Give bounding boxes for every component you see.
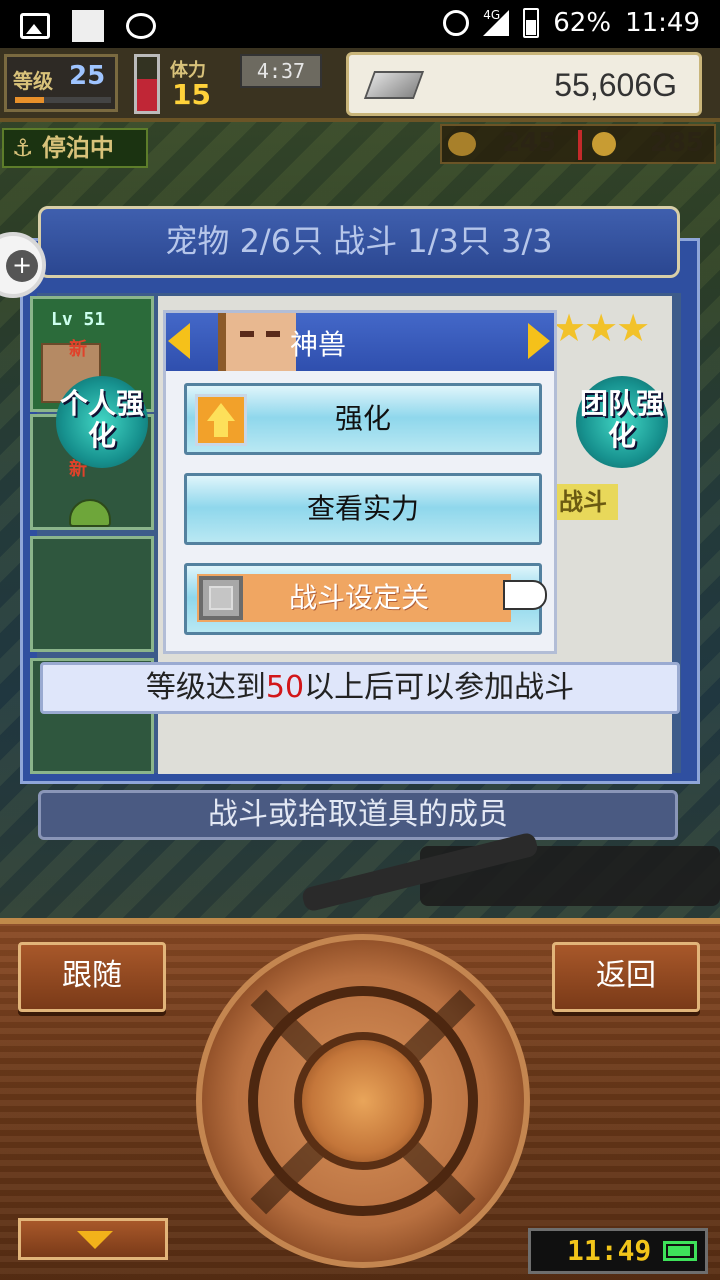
stamina-value: 15: [172, 78, 211, 111]
app-icon: [72, 10, 104, 42]
signal-icon: 4G: [483, 8, 510, 36]
battle-tag: 战斗: [548, 484, 618, 520]
battle-toggle[interactable]: 战斗设定关: [197, 574, 511, 622]
expand-down-button[interactable]: [18, 1218, 168, 1260]
gold-value: 55,606G: [554, 67, 677, 103]
new-badge: 新: [69, 339, 87, 360]
stamina-fill: [137, 78, 157, 111]
game-clock: 11:49: [528, 1228, 708, 1274]
gallery-icon: [20, 13, 50, 39]
game-clock-time: 11:49: [567, 1234, 652, 1267]
plus-icon: +: [6, 250, 38, 282]
coin-icon: [592, 132, 616, 156]
level-requirement-notice: 等级达到50以上后可以参加战斗: [40, 662, 680, 714]
view-strength-button[interactable]: 查看实力: [184, 473, 542, 545]
status-time: 11:49: [625, 8, 700, 38]
popup-header: 神兽: [166, 313, 554, 371]
pet-rating-stars: ★★★: [552, 306, 650, 350]
pet-action-popup: 神兽 强化 查看实力 战斗设定关: [163, 310, 557, 654]
dock-status-badge: ⚓ 停泊中: [2, 128, 148, 168]
notice-suffix: 以上后可以参加战斗: [304, 670, 575, 705]
top-hud: 等级 25 体力 15 4:37 55,606G: [0, 48, 720, 122]
network-type: 4G: [483, 8, 501, 22]
battery-icon: [523, 8, 540, 38]
medal-icon: [448, 132, 476, 156]
battery-icon: [663, 1241, 697, 1261]
notice-prefix: 等级达到: [145, 670, 266, 705]
pet-portrait: [218, 313, 296, 371]
resource-b-value: 285: [649, 128, 704, 158]
members-label: 战斗或拾取道具的成员: [38, 790, 678, 840]
exp-bar: [15, 97, 111, 103]
upgrade-arrow-icon: [195, 394, 247, 446]
battle-setting-button[interactable]: 战斗设定关: [184, 563, 547, 635]
pointer-hand-icon: [503, 580, 547, 610]
shield-check-icon: [126, 13, 156, 39]
status-right-icons: 4G 62% 11:49: [443, 8, 700, 38]
resource-divider: [578, 130, 582, 160]
direction-pad[interactable]: [196, 934, 530, 1268]
exp-fill: [15, 97, 44, 103]
gold-panel: 55,606G: [346, 52, 702, 116]
resource-a-value: 245: [502, 128, 557, 158]
battery-percent: 62%: [553, 8, 612, 38]
next-arrow-icon[interactable]: [528, 323, 550, 359]
prev-arrow-icon[interactable]: [168, 323, 190, 359]
stamina-timer: 4:37: [240, 54, 322, 88]
status-bar: 4G 62% 11:49: [0, 0, 720, 48]
silver-bar-icon: [363, 71, 425, 99]
dpad-center-button[interactable]: [294, 1032, 432, 1170]
battle-setting-label: 战斗设定关: [289, 581, 430, 614]
pet-level: Lv 51: [51, 309, 106, 330]
stamina-gauge: [134, 54, 160, 114]
popup-title: 神兽: [290, 328, 347, 361]
resource-bar: 245 285: [440, 124, 716, 164]
level-panel: 等级 25: [4, 54, 118, 112]
alarm-icon: [443, 10, 470, 36]
notice-level: 50: [265, 670, 305, 705]
status-left-icons: [20, 10, 156, 42]
level-label: 等级: [13, 69, 53, 93]
back-button[interactable]: 返回: [552, 942, 700, 1012]
level-value: 25: [69, 61, 106, 91]
pet-window-title: 宠物 2/6只 战斗 1/3只 3/3: [38, 206, 680, 278]
slime-pet-icon: [69, 499, 111, 527]
checkbox-icon: [199, 576, 243, 620]
follow-button[interactable]: 跟随: [18, 942, 166, 1012]
pet-slot-3[interactable]: [30, 536, 154, 652]
dock-status-text: 停泊中: [41, 134, 114, 162]
view-strength-label: 查看实力: [306, 492, 419, 525]
personal-upgrade-button[interactable]: 个人强化: [56, 376, 148, 468]
strengthen-label: 强化: [334, 402, 391, 435]
strengthen-button[interactable]: 强化: [184, 383, 542, 455]
team-upgrade-button[interactable]: 团队强化: [576, 376, 668, 468]
